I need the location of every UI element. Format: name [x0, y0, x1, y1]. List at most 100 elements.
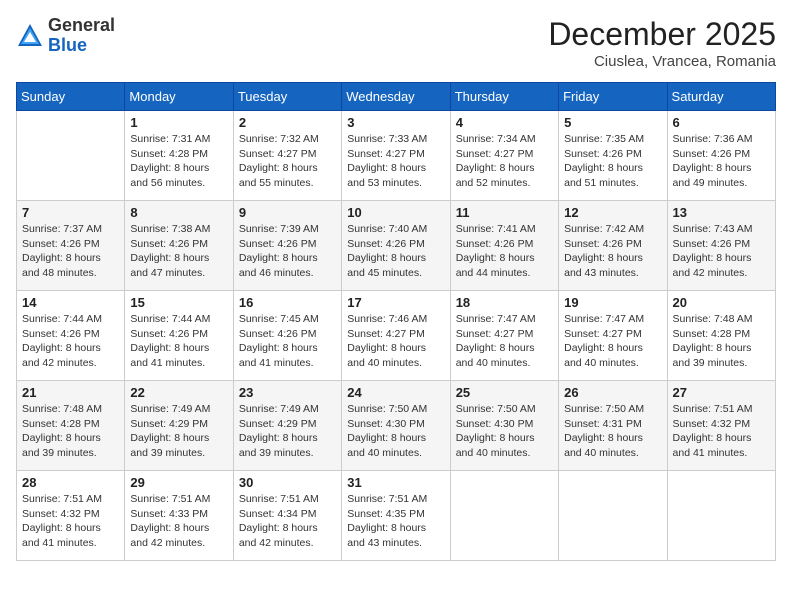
day-number: 13 [673, 205, 770, 220]
day-info: Sunrise: 7:49 AM Sunset: 4:29 PM Dayligh… [130, 402, 227, 461]
calendar-cell [667, 471, 775, 561]
day-number: 23 [239, 385, 336, 400]
calendar-cell: 10Sunrise: 7:40 AM Sunset: 4:26 PM Dayli… [342, 201, 450, 291]
calendar-cell: 26 Sunrise: 7:50 AM Sunset: 4:31 PM Dayli… [559, 381, 667, 471]
calendar-week-row: 21 Sunrise: 7:48 AM Sunset: 4:28 PM Dayli… [17, 381, 776, 471]
weekday-header-row: SundayMondayTuesdayWednesdayThursdayFrid… [17, 83, 776, 111]
weekday-header-thursday: Thursday [450, 83, 558, 111]
weekday-header-friday: Friday [559, 83, 667, 111]
day-number: 27 [673, 385, 770, 400]
logo-blue-text: Blue [48, 35, 87, 55]
page-header: General Blue December 2025 Ciuslea, Vran… [16, 16, 776, 70]
day-info: Sunrise: 7:50 AM Sunset: 4:31 PM Dayligh… [564, 402, 661, 461]
day-info: Sunrise: 7:33 AM Sunset: 4:27 PM Dayligh… [347, 132, 444, 191]
weekday-header-saturday: Saturday [667, 83, 775, 111]
weekday-header-tuesday: Tuesday [233, 83, 341, 111]
calendar-cell: 1 Sunrise: 7:31 AM Sunset: 4:28 PM Daylig… [125, 111, 233, 201]
calendar-cell: 7Sunrise: 7:37 AM Sunset: 4:26 PM Daylig… [17, 201, 125, 291]
day-info: Sunrise: 7:47 AM Sunset: 4:27 PM Dayligh… [564, 312, 661, 371]
calendar-cell: 18Sunrise: 7:47 AM Sunset: 4:27 PM Dayli… [450, 291, 558, 381]
weekday-header-monday: Monday [125, 83, 233, 111]
weekday-header-sunday: Sunday [17, 83, 125, 111]
day-info: Sunrise: 7:34 AM Sunset: 4:27 PM Dayligh… [456, 132, 553, 191]
day-number: 9 [239, 205, 336, 220]
calendar-cell: 14Sunrise: 7:44 AM Sunset: 4:26 PM Dayli… [17, 291, 125, 381]
day-number: 19 [564, 295, 661, 310]
calendar-cell: 25 Sunrise: 7:50 AM Sunset: 4:30 PM Dayli… [450, 381, 558, 471]
day-number: 17 [347, 295, 444, 310]
day-number: 8 [130, 205, 227, 220]
calendar-cell [450, 471, 558, 561]
day-number: 26 [564, 385, 661, 400]
day-info: Sunrise: 7:48 AM Sunset: 4:28 PM Dayligh… [22, 402, 119, 461]
day-info: Sunrise: 7:38 AM Sunset: 4:26 PM Dayligh… [130, 222, 227, 281]
day-number: 4 [456, 115, 553, 130]
day-info: Sunrise: 7:48 AM Sunset: 4:28 PM Dayligh… [673, 312, 770, 371]
calendar-cell: 16 Sunrise: 7:45 AM Sunset: 4:26 PM Dayli… [233, 291, 341, 381]
day-info: Sunrise: 7:31 AM Sunset: 4:28 PM Dayligh… [130, 132, 227, 191]
day-number: 31 [347, 475, 444, 490]
calendar-cell: 3 Sunrise: 7:33 AM Sunset: 4:27 PM Daylig… [342, 111, 450, 201]
day-info: Sunrise: 7:51 AM Sunset: 4:33 PM Dayligh… [130, 492, 227, 551]
calendar-cell: 13 Sunrise: 7:43 AM Sunset: 4:26 PM Dayli… [667, 201, 775, 291]
day-info: Sunrise: 7:35 AM Sunset: 4:26 PM Dayligh… [564, 132, 661, 191]
month-title: December 2025 [548, 16, 776, 53]
day-info: Sunrise: 7:37 AM Sunset: 4:26 PM Dayligh… [22, 222, 119, 281]
calendar-cell: 17Sunrise: 7:46 AM Sunset: 4:27 PM Dayli… [342, 291, 450, 381]
day-info: Sunrise: 7:39 AM Sunset: 4:26 PM Dayligh… [239, 222, 336, 281]
calendar-cell: 29Sunrise: 7:51 AM Sunset: 4:33 PM Dayli… [125, 471, 233, 561]
day-number: 20 [673, 295, 770, 310]
day-info: Sunrise: 7:51 AM Sunset: 4:32 PM Dayligh… [22, 492, 119, 551]
calendar-week-row: 14Sunrise: 7:44 AM Sunset: 4:26 PM Dayli… [17, 291, 776, 381]
calendar-cell: 4 Sunrise: 7:34 AM Sunset: 4:27 PM Daylig… [450, 111, 558, 201]
day-info: Sunrise: 7:45 AM Sunset: 4:26 PM Dayligh… [239, 312, 336, 371]
calendar-cell: 20 Sunrise: 7:48 AM Sunset: 4:28 PM Dayli… [667, 291, 775, 381]
day-number: 2 [239, 115, 336, 130]
day-number: 24 [347, 385, 444, 400]
title-block: December 2025 Ciuslea, Vrancea, Romania [548, 16, 776, 70]
calendar-cell: 8 Sunrise: 7:38 AM Sunset: 4:26 PM Daylig… [125, 201, 233, 291]
day-number: 11 [456, 205, 553, 220]
calendar-week-row: 1 Sunrise: 7:31 AM Sunset: 4:28 PM Daylig… [17, 111, 776, 201]
day-number: 5 [564, 115, 661, 130]
day-info: Sunrise: 7:51 AM Sunset: 4:34 PM Dayligh… [239, 492, 336, 551]
day-number: 18 [456, 295, 553, 310]
day-info: Sunrise: 7:40 AM Sunset: 4:26 PM Dayligh… [347, 222, 444, 281]
day-number: 21 [22, 385, 119, 400]
day-number: 28 [22, 475, 119, 490]
logo-general-text: General [48, 15, 115, 35]
day-info: Sunrise: 7:43 AM Sunset: 4:26 PM Dayligh… [673, 222, 770, 281]
calendar-cell: 31 Sunrise: 7:51 AM Sunset: 4:35 PM Dayli… [342, 471, 450, 561]
day-number: 16 [239, 295, 336, 310]
calendar-cell: 27 Sunrise: 7:51 AM Sunset: 4:32 PM Dayli… [667, 381, 775, 471]
day-info: Sunrise: 7:50 AM Sunset: 4:30 PM Dayligh… [456, 402, 553, 461]
calendar-cell: 9 Sunrise: 7:39 AM Sunset: 4:26 PM Daylig… [233, 201, 341, 291]
calendar-cell: 28 Sunrise: 7:51 AM Sunset: 4:32 PM Dayli… [17, 471, 125, 561]
calendar-cell: 22Sunrise: 7:49 AM Sunset: 4:29 PM Dayli… [125, 381, 233, 471]
logo: General Blue [16, 16, 115, 56]
day-info: Sunrise: 7:51 AM Sunset: 4:32 PM Dayligh… [673, 402, 770, 461]
calendar-cell: 5 Sunrise: 7:35 AM Sunset: 4:26 PM Daylig… [559, 111, 667, 201]
day-info: Sunrise: 7:36 AM Sunset: 4:26 PM Dayligh… [673, 132, 770, 191]
day-info: Sunrise: 7:32 AM Sunset: 4:27 PM Dayligh… [239, 132, 336, 191]
logo-icon [16, 22, 44, 50]
calendar-cell: 15Sunrise: 7:44 AM Sunset: 4:26 PM Dayli… [125, 291, 233, 381]
day-number: 1 [130, 115, 227, 130]
day-number: 30 [239, 475, 336, 490]
day-info: Sunrise: 7:44 AM Sunset: 4:26 PM Dayligh… [130, 312, 227, 371]
day-number: 12 [564, 205, 661, 220]
calendar-cell: 24Sunrise: 7:50 AM Sunset: 4:30 PM Dayli… [342, 381, 450, 471]
day-info: Sunrise: 7:44 AM Sunset: 4:26 PM Dayligh… [22, 312, 119, 371]
calendar-cell: 23Sunrise: 7:49 AM Sunset: 4:29 PM Dayli… [233, 381, 341, 471]
calendar-cell: 2 Sunrise: 7:32 AM Sunset: 4:27 PM Daylig… [233, 111, 341, 201]
day-number: 3 [347, 115, 444, 130]
weekday-header-wednesday: Wednesday [342, 83, 450, 111]
day-info: Sunrise: 7:41 AM Sunset: 4:26 PM Dayligh… [456, 222, 553, 281]
day-number: 25 [456, 385, 553, 400]
calendar-cell: 11 Sunrise: 7:41 AM Sunset: 4:26 PM Dayli… [450, 201, 558, 291]
calendar-week-row: 28 Sunrise: 7:51 AM Sunset: 4:32 PM Dayli… [17, 471, 776, 561]
day-info: Sunrise: 7:51 AM Sunset: 4:35 PM Dayligh… [347, 492, 444, 551]
calendar-cell: 21 Sunrise: 7:48 AM Sunset: 4:28 PM Dayli… [17, 381, 125, 471]
calendar-table: SundayMondayTuesdayWednesdayThursdayFrid… [16, 82, 776, 561]
day-number: 6 [673, 115, 770, 130]
